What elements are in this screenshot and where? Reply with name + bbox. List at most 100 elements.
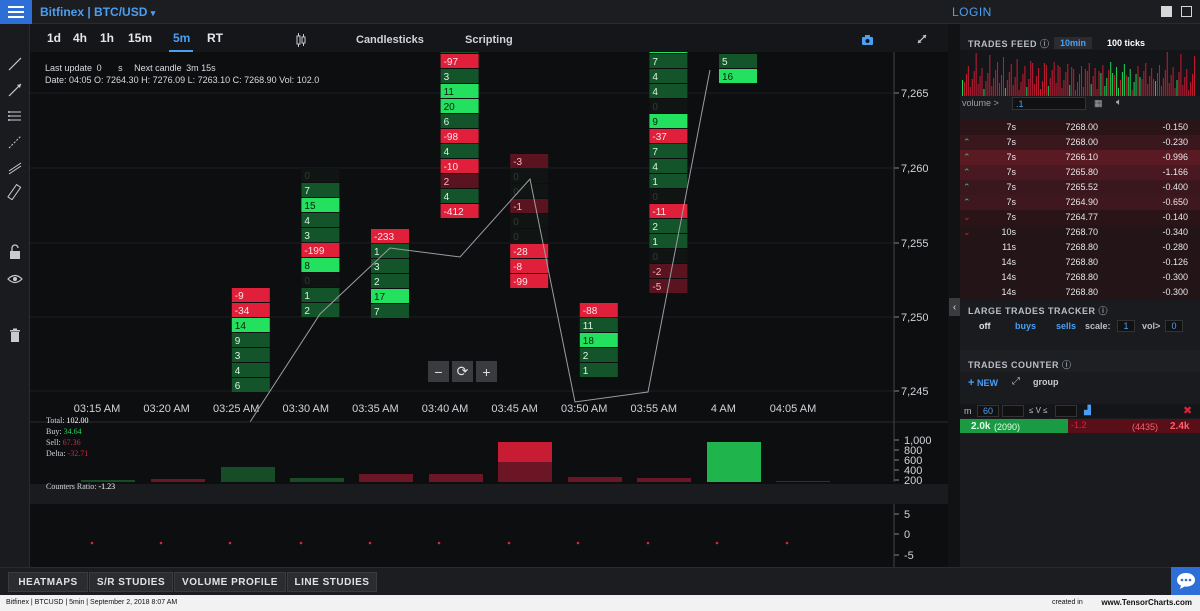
ltt-scale-input[interactable] [1117, 320, 1135, 332]
sparkline-bar [1030, 61, 1032, 96]
new-counter-button[interactable]: + NEW [968, 377, 998, 389]
footprint-cell-label: -8 [513, 262, 522, 273]
window-fullscreen-icon[interactable] [1181, 6, 1192, 17]
sparkline-bar [1174, 88, 1176, 96]
camera-icon[interactable] [862, 32, 873, 50]
window-tile-icon[interactable] [1161, 6, 1172, 17]
timeframe-rt[interactable]: RT [207, 31, 223, 45]
calculator-icon[interactable]: ▦ [1094, 98, 1103, 109]
footprint-cell-label: -3 [513, 157, 522, 168]
tab-100-ticks[interactable]: 100 ticks [1101, 37, 1151, 49]
counters-ratio-label: Counters Ratio: -1.23 [46, 482, 115, 491]
horizontal-lines-tool-icon[interactable] [7, 108, 23, 124]
timeframe-4h[interactable]: 4h [73, 31, 87, 45]
chart-icon[interactable]: ▟ [1084, 405, 1091, 416]
footprint-cell-label: 3 [374, 262, 380, 273]
sound-icon[interactable]: 🔈︎ [1116, 97, 1122, 108]
zoom-in-button[interactable]: + [476, 361, 497, 382]
login-link[interactable]: LOGIN [952, 5, 992, 19]
group-button[interactable]: group [1033, 377, 1059, 387]
fib-tool-icon[interactable] [7, 134, 23, 150]
expand-icon[interactable] [917, 31, 927, 49]
volume-bar [568, 477, 622, 482]
counter-m-input[interactable] [977, 405, 999, 417]
eye-icon[interactable] [7, 271, 23, 287]
footprint-cell-label: 8 [304, 261, 310, 272]
trade-time: 14s [1001, 257, 1016, 267]
sparkline-bar [1112, 73, 1114, 96]
vol-buy-value: 34.64 [63, 427, 82, 436]
price-axis-label: 7,260 [901, 163, 929, 175]
collapse-panel-button[interactable]: ‹ [949, 298, 960, 316]
up-arrow-icon: ⌃ [963, 182, 971, 192]
info-icon[interactable]: ⓘ [1062, 360, 1072, 370]
footprint-cell-label: 0 [304, 276, 310, 287]
info-icon[interactable]: ⓘ [1099, 306, 1109, 316]
tab-line-studies[interactable]: LINE STUDIES [287, 572, 377, 592]
plus-icon: + [968, 377, 975, 389]
zoom-out-button[interactable]: − [428, 361, 449, 382]
sparkline-bar [1168, 83, 1170, 96]
ratio-dot [576, 541, 580, 545]
chat-button[interactable] [1171, 567, 1200, 595]
hamburger-menu-button[interactable] [0, 0, 32, 24]
vol-delta-label: Delta: [46, 449, 66, 458]
timeframe-15m[interactable]: 15m [128, 31, 152, 45]
zoom-reset-button[interactable]: ⟳ [452, 361, 473, 382]
drawing-toolbar [0, 24, 30, 567]
timeframe-1h[interactable]: 1h [100, 31, 114, 45]
ltt-vol-input[interactable] [1165, 320, 1183, 332]
counter-vmin-input[interactable] [1002, 405, 1024, 417]
tab-sr-studies[interactable]: S/R STUDIES [89, 572, 173, 592]
trash-icon[interactable] [7, 327, 23, 343]
counter-settings-row: m ≤ V ≤ ▟ ✖ [960, 404, 1200, 418]
counter-vmax-input[interactable] [1055, 405, 1077, 417]
sparkline-bar [1184, 77, 1186, 96]
footprint-cell-label: 5 [722, 57, 728, 68]
sparkline-bar [1014, 77, 1016, 96]
ltt-sells-option[interactable]: sells [1056, 321, 1076, 331]
ratio-dot [159, 541, 163, 545]
channel-tool-icon[interactable] [7, 160, 23, 176]
tab-10min[interactable]: 10min [1054, 37, 1093, 49]
scripting-button[interactable]: Scripting [465, 34, 513, 46]
lock-icon[interactable] [7, 244, 23, 260]
footprint-cell-label: 3 [235, 351, 241, 362]
candle-type-icon[interactable] [296, 33, 306, 47]
trade-volume: -0.300 [1162, 287, 1188, 297]
trades-feed-header: TRADES FEED ⓘ [968, 37, 1050, 50]
ray-tool-icon[interactable] [7, 82, 23, 98]
timeframe-1d[interactable]: 1d [47, 31, 61, 45]
footprint-cell-label: 22 [652, 52, 664, 53]
sparkline-bar [967, 66, 969, 96]
trade-price: 7264.90 [1065, 197, 1098, 207]
candlesticks-button[interactable]: Candlesticks [356, 34, 424, 46]
footprint-cell-label: -2 [652, 267, 661, 278]
market-selector[interactable]: Bitfinex | BTC/USD ▾ [40, 5, 155, 19]
info-icon[interactable]: ⓘ [1040, 39, 1050, 49]
sparkline-bar [1186, 69, 1188, 96]
volume-filter-input[interactable] [1012, 97, 1086, 110]
trade-row: 7s 7268.00 -0.150 [960, 120, 1200, 135]
trade-price: 7268.70 [1065, 227, 1098, 237]
expand-icon[interactable]: ⤢ [1012, 376, 1020, 387]
sparkline-bar [1129, 69, 1131, 96]
footprint-cell-label: -412 [444, 207, 464, 218]
sparkline-bar [991, 86, 993, 96]
tab-volume-profile[interactable]: VOLUME PROFILE [174, 572, 286, 592]
timeframe-5m[interactable]: 5m [173, 31, 190, 45]
tab-heatmaps[interactable]: HEATMAPS [8, 572, 88, 592]
chart-area[interactable]: 1d 4h 1h 15m 5m RT Candlesticks Scriptin… [30, 24, 948, 567]
ltt-buys-option[interactable]: buys [1015, 321, 1036, 331]
footprint-cell-label: 2 [304, 306, 310, 317]
footprint-cell-label: 20 [444, 102, 456, 113]
trendline-tool-icon[interactable] [7, 56, 23, 72]
ltt-off-option[interactable]: off [979, 321, 991, 331]
time-axis-label: 03:20 AM [143, 403, 189, 415]
close-icon[interactable]: ✖ [1183, 404, 1192, 417]
up-arrow-icon: ⌃ [963, 137, 971, 147]
sparkline-bar [1164, 70, 1166, 96]
footprint-cell-label: 16 [722, 72, 734, 83]
ruler-tool-icon[interactable] [7, 183, 23, 201]
footprint-cell-label: 7 [652, 57, 658, 68]
